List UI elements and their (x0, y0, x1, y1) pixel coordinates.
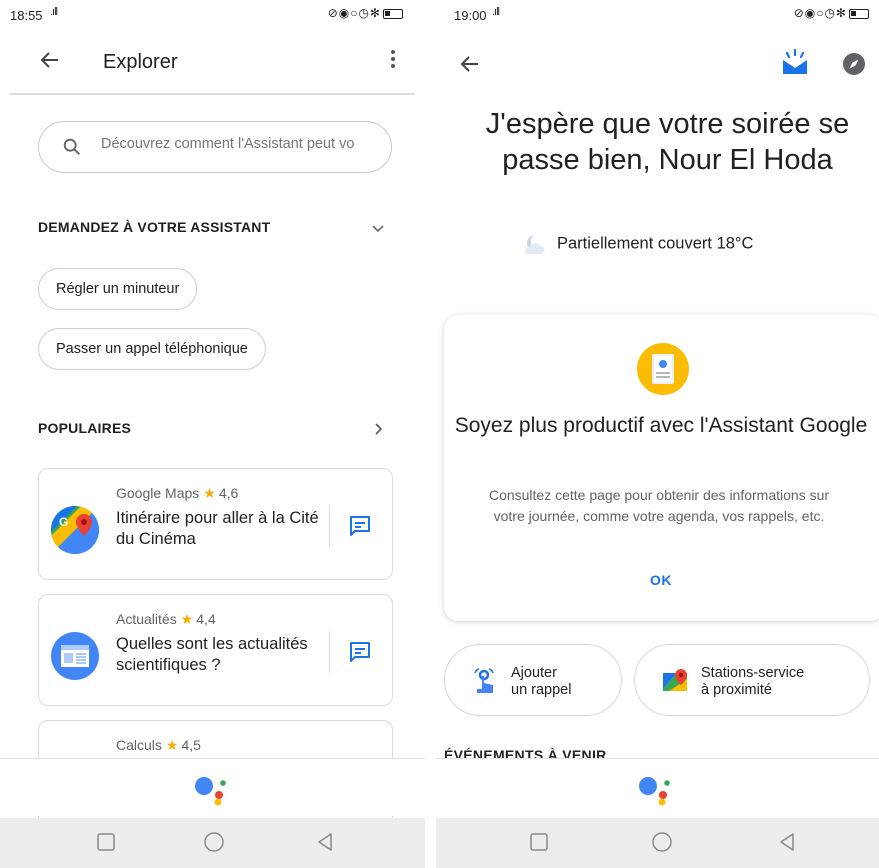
chip-label: Ajouter un rappel (511, 665, 571, 699)
recents-square-icon[interactable] (528, 831, 550, 853)
partly-cloudy-night-icon (524, 235, 545, 254)
promo-description: Consultez cette page pour obtenir des in… (488, 487, 830, 524)
system-nav-bar (0, 818, 425, 868)
add-reminder-chip[interactable]: Ajouter un rappel (444, 644, 622, 716)
back-arrow-icon[interactable] (458, 52, 482, 76)
back-arrow-icon[interactable] (38, 48, 62, 72)
recents-square-icon[interactable] (95, 831, 117, 853)
greeting-heading: J'espère que votre soirée se passe bien,… (485, 108, 850, 176)
signal-icon: .ıll (50, 6, 58, 18)
star-icon: ★ (165, 737, 179, 753)
card-rating: 4,4 (196, 611, 216, 627)
google-maps-icon: G (51, 506, 99, 554)
more-options-icon[interactable] (389, 48, 397, 72)
ask-assistant-heading: DEMANDEZ À VOTRE ASSISTANT (38, 219, 271, 235)
search-input[interactable] (101, 136, 381, 152)
promo-ok-button[interactable]: OK (444, 572, 878, 588)
weather-summary: Partiellement couvert 18°C (521, 232, 753, 256)
signal-icon: .ıll (492, 6, 500, 18)
search-icon (63, 138, 80, 155)
home-circle-icon[interactable] (203, 831, 225, 853)
chip-label: Stations-service à proximité (701, 665, 804, 699)
card-app-name: Calculs (116, 737, 162, 753)
chip-label-line2: un rappel (511, 682, 572, 698)
productivity-promo-card: Soyez plus productif avec l'Assistant Go… (444, 315, 879, 621)
card-query: Quelles sont les actualités scientifique… (116, 635, 308, 674)
chip-label-line1: Stations-service (701, 665, 805, 681)
assistant-bar (436, 758, 879, 816)
assistant-snapshot-icon (637, 343, 689, 395)
chat-message-icon[interactable] (348, 514, 372, 538)
suggestion-chip-call[interactable]: Passer un appel téléphonique (38, 328, 266, 370)
status-bar: 18:55 .ıll ⊘◉○◷✻ (0, 0, 425, 28)
news-icon (51, 632, 99, 680)
screen-separator (425, 0, 436, 868)
popular-heading: POPULAIRES (38, 420, 132, 436)
snapshot-inbox-icon[interactable] (780, 48, 810, 76)
card-app-name: Google Maps (116, 485, 200, 501)
card-separator (329, 505, 330, 547)
card-query: Itinéraire pour aller à la Cité du Ciném… (116, 509, 319, 548)
google-assistant-icon[interactable] (193, 772, 233, 806)
card-app-line: Calculs ★ 4,5 (116, 737, 201, 754)
chevron-right-icon[interactable] (372, 422, 386, 436)
card-separator (329, 631, 330, 673)
status-icons: ⊘◉○◷✻ (794, 6, 869, 20)
home-circle-icon[interactable] (651, 831, 673, 853)
promo-title: Soyez plus productif avec l'Assistant Go… (454, 414, 868, 437)
page-title: Explorer (103, 51, 178, 73)
gas-stations-chip[interactable]: Stations-service à proximité (634, 644, 870, 716)
card-app-name: Actualités (116, 611, 177, 627)
chat-message-icon[interactable] (348, 640, 372, 664)
weather-text: Partiellement couvert 18°C (557, 234, 754, 253)
suggestion-chip-timer[interactable]: Régler un minuteur (38, 268, 198, 310)
search-bar[interactable] (38, 121, 392, 173)
back-triangle-icon[interactable] (314, 831, 336, 853)
star-icon: ★ (203, 485, 216, 501)
system-nav-bar (436, 818, 879, 868)
app-bar: Explorer (0, 38, 425, 88)
reminder-icon (474, 668, 494, 693)
card-rating: 4,6 (218, 485, 239, 501)
chevron-down-icon[interactable] (371, 222, 385, 236)
status-time: 19:00 (454, 8, 487, 23)
card-app-line: Google Maps ★ 4,6 (116, 485, 238, 502)
back-triangle-icon[interactable] (776, 831, 798, 853)
explore-compass-icon[interactable] (842, 52, 866, 76)
explorer-screen: 18:55 .ıll ⊘◉○◷✻ Explorer DEMANDEZ À VOT… (0, 0, 425, 868)
google-maps-icon (663, 669, 687, 691)
battery-icon (383, 8, 403, 19)
assistant-snapshot-screen: 19:00 .ıll ⊘◉○◷✻ J'espère que votre soir… (436, 0, 879, 868)
assistant-bar (0, 758, 425, 816)
battery-icon (849, 8, 869, 19)
google-assistant-icon[interactable] (637, 772, 677, 806)
status-icons: ⊘◉○◷✻ (328, 6, 403, 20)
card-rating: 4,5 (181, 737, 201, 753)
popular-card-news[interactable]: Actualités ★ 4,4 Quelles sont les actualit… (38, 594, 393, 706)
status-bar: 19:00 .ıll ⊘◉○◷✻ (436, 0, 879, 28)
card-app-line: Actualités ★ 4,4 (116, 611, 216, 628)
popular-card-maps[interactable]: G Google Maps ★ 4,6 Itinéraire pour aller … (38, 468, 393, 580)
star-icon: ★ (180, 611, 194, 627)
svg-text:G: G (59, 515, 68, 529)
chip-label-line2: à proximité (701, 682, 772, 698)
status-time: 18:55 (10, 8, 43, 23)
chip-label-line1: Ajouter (511, 665, 557, 681)
app-bar-divider (10, 93, 415, 95)
